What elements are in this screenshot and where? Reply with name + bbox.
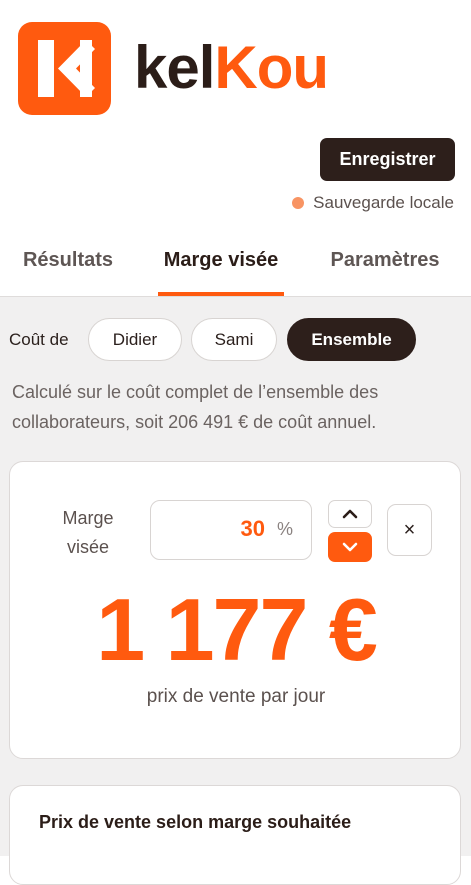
tab-resultats[interactable]: Résultats xyxy=(14,234,122,296)
brand-logo-dark: kel xyxy=(134,34,215,101)
decrement-button[interactable] xyxy=(328,532,372,562)
margin-label: Marge visée xyxy=(62,508,114,557)
save-status: Sauvegarde locale xyxy=(292,192,454,214)
margin-input[interactable]: 30 % xyxy=(150,500,312,560)
price-table-card: Prix de vente selon marge souhaitée xyxy=(9,785,461,885)
margin-unit: % xyxy=(276,519,293,539)
daily-price: 1 177 € xyxy=(96,580,378,679)
status-text: Sauvegarde locale xyxy=(313,193,454,212)
filter-ensemble-button[interactable]: Ensemble xyxy=(287,318,416,361)
save-button[interactable]: Enregistrer xyxy=(320,138,455,181)
chevron-down-icon xyxy=(342,542,358,552)
app-header: kelKou Enregistrer Sauvegarde locale Rés… xyxy=(0,0,471,297)
filter-didier-button[interactable]: Didier xyxy=(88,318,182,361)
increment-button[interactable] xyxy=(328,500,372,528)
margin-card: Marge visée 30 % × 1 177 € prix de vente… xyxy=(9,461,461,759)
margin-value: 30 xyxy=(240,516,265,541)
daily-price-caption: prix de vente par jour xyxy=(146,686,326,707)
tab-parametres[interactable]: Paramètres xyxy=(322,234,448,296)
status-dot-icon xyxy=(292,197,305,209)
main-content: Coût de Didier Sami Ensemble Calculé sur… xyxy=(0,297,471,885)
brand-logo-accent: Kou xyxy=(214,34,329,101)
chevron-up-icon xyxy=(342,509,358,519)
tab-marge-visee[interactable]: Marge visée xyxy=(158,234,284,296)
price-table-title: Prix de vente selon marge souhaitée xyxy=(39,812,352,832)
close-icon: × xyxy=(403,518,416,541)
cost-filter-label: Coût de xyxy=(9,330,69,349)
filter-sami-button[interactable]: Sami xyxy=(191,318,277,361)
tab-bar: Résultats Marge visée Paramètres xyxy=(0,234,471,297)
clear-button[interactable]: × xyxy=(387,504,432,556)
kelkou-logo-icon xyxy=(18,22,111,115)
cost-description: Calculé sur le coût complet de l’ensembl… xyxy=(12,382,379,432)
brand-logo: kelKou xyxy=(134,32,329,104)
